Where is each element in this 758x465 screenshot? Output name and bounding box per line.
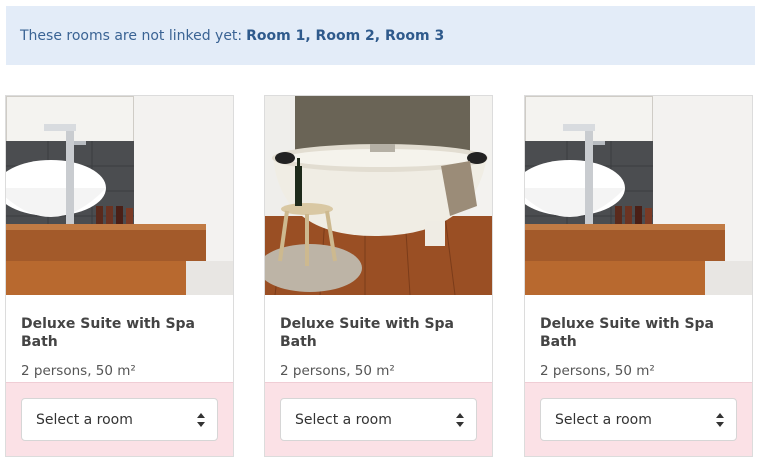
select-value: Select a room — [295, 411, 392, 428]
room-select-dropdown[interactable]: Select a room — [280, 398, 477, 441]
room-capacity-size: 2 persons, 50 m² — [21, 363, 136, 379]
room-info: Deluxe Suite with Spa Bath 2 persons, 50… — [6, 295, 233, 382]
room-photo-bathtub — [265, 96, 492, 295]
room-info: Deluxe Suite with Spa Bath 2 persons, 50… — [265, 295, 492, 382]
select-arrows-icon — [197, 413, 205, 427]
select-value: Select a room — [36, 411, 133, 428]
room-photo-sink — [525, 96, 752, 295]
unlinked-room-list: Room 1, Room 2, Room 3 — [246, 27, 445, 44]
room-card: Deluxe Suite with Spa Bath 2 persons, 50… — [5, 95, 234, 457]
room-card: Deluxe Suite with Spa Bath 2 persons, 50… — [524, 95, 753, 457]
room-title: Deluxe Suite with Spa Bath — [280, 316, 455, 350]
room-select-bar: Select a room — [525, 382, 752, 456]
select-arrows-icon — [716, 413, 724, 427]
room-card: Deluxe Suite with Spa Bath 2 persons, 50… — [264, 95, 493, 457]
room-title: Deluxe Suite with Spa Bath — [21, 316, 196, 350]
select-arrows-icon — [456, 413, 464, 427]
notice-text: These rooms are not linked yet: — [20, 27, 243, 44]
room-select-dropdown[interactable]: Select a room — [21, 398, 218, 441]
room-select-dropdown[interactable]: Select a room — [540, 398, 737, 441]
room-capacity-size: 2 persons, 50 m² — [540, 363, 655, 379]
room-info: Deluxe Suite with Spa Bath 2 persons, 50… — [525, 295, 752, 382]
room-select-bar: Select a room — [265, 382, 492, 456]
select-value: Select a room — [555, 411, 652, 428]
unlinked-rooms-notice: These rooms are not linked yet: Room 1, … — [6, 6, 755, 65]
room-title: Deluxe Suite with Spa Bath — [540, 316, 715, 350]
room-photo-sink — [6, 96, 233, 295]
room-select-bar: Select a room — [6, 382, 233, 456]
room-capacity-size: 2 persons, 50 m² — [280, 363, 395, 379]
